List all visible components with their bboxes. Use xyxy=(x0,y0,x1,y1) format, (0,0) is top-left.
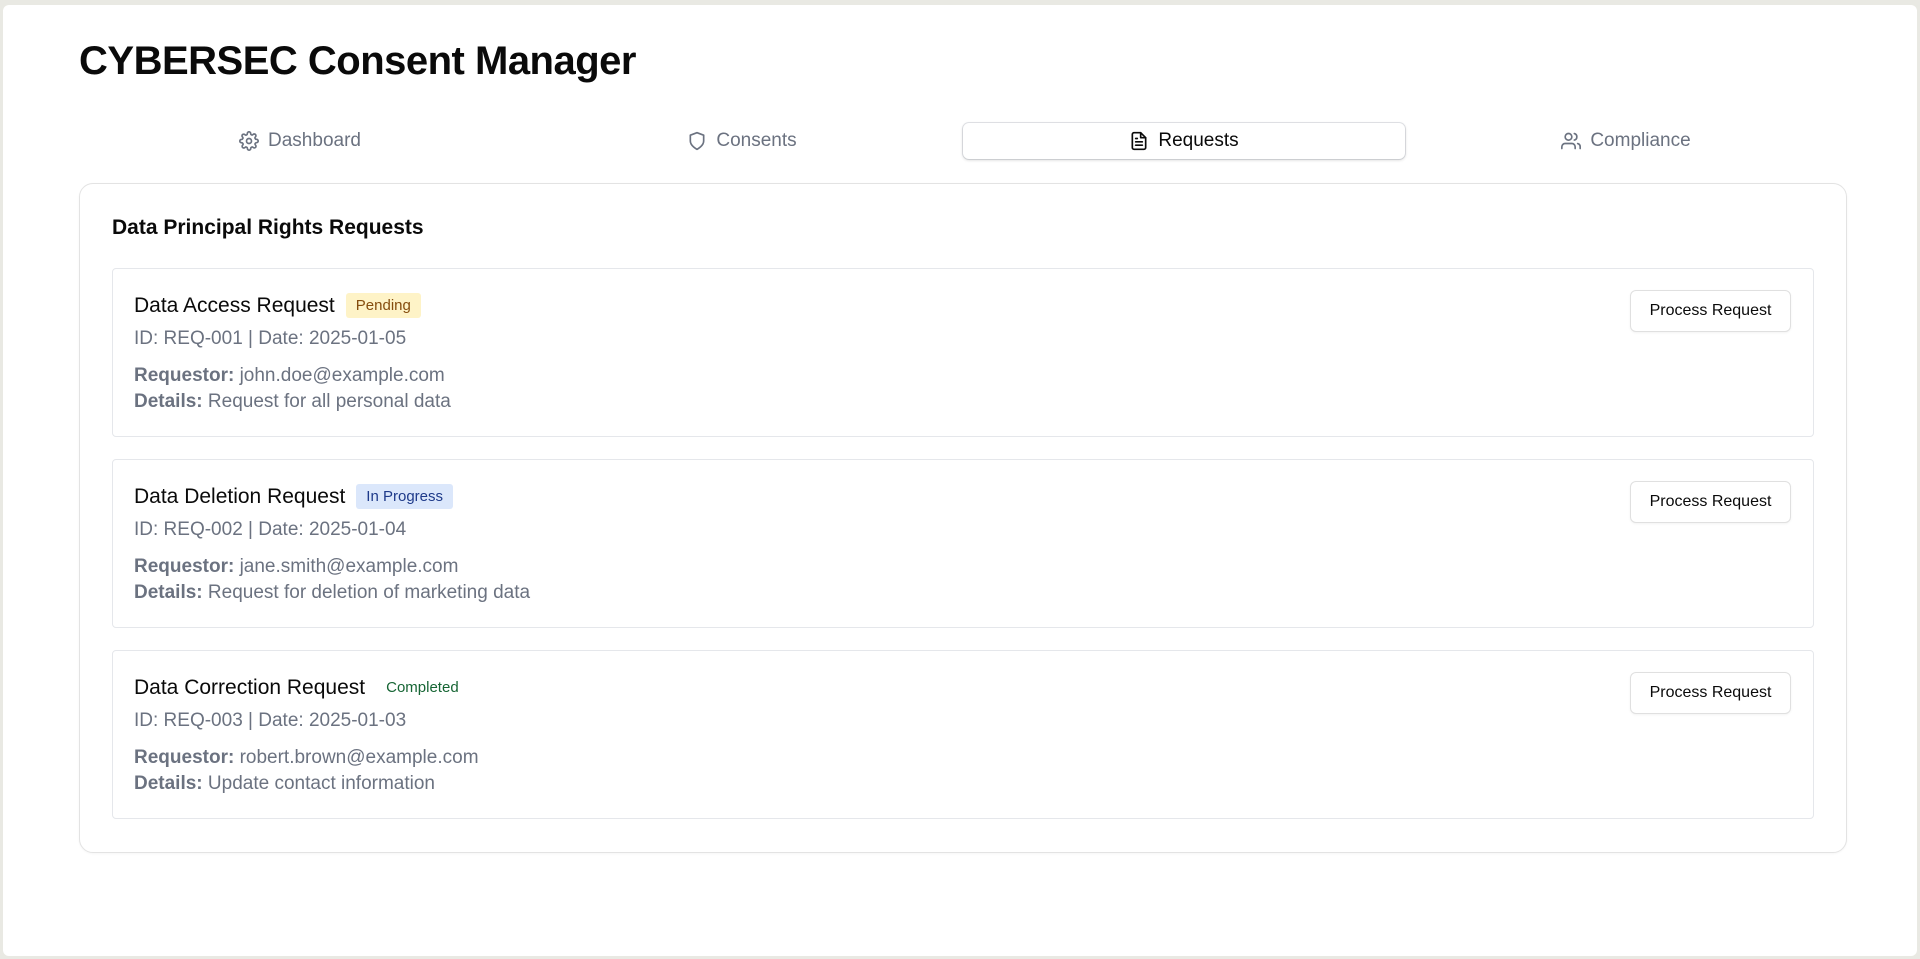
tab-consents[interactable]: Consents xyxy=(521,123,963,159)
request-header: Data Deletion Request In Progress xyxy=(134,484,453,509)
request-card: Data Access Request Pending ID: REQ-001 … xyxy=(112,268,1814,437)
panel-title: Data Principal Rights Requests xyxy=(112,216,424,239)
request-title: Data Deletion Request xyxy=(134,484,346,508)
process-request-button[interactable]: Process Request xyxy=(1630,290,1791,332)
tab-compliance[interactable]: Compliance xyxy=(1405,123,1847,159)
request-header: Data Correction Request Completed xyxy=(134,675,469,700)
tab-label: Requests xyxy=(1158,130,1239,151)
status-badge: Pending xyxy=(345,293,421,318)
users-icon xyxy=(1561,132,1582,150)
request-card: Data Deletion Request In Progress ID: RE… xyxy=(112,459,1814,628)
request-requestor: Requestor: john.doe@example.com xyxy=(134,365,445,387)
app-window: CYBERSEC Consent Manager Dashboard Conse… xyxy=(3,5,1917,956)
details-value: Request for deletion of marketing data xyxy=(207,582,531,603)
requestor-label: Requestor: xyxy=(134,365,235,386)
tab-dashboard[interactable]: Dashboard xyxy=(79,123,521,159)
request-meta: ID: REQ-003 | Date: 2025-01-03 xyxy=(134,710,407,731)
status-badge: In Progress xyxy=(356,484,453,509)
tab-label: Dashboard xyxy=(268,130,361,151)
request-details: Details: Request for deletion of marketi… xyxy=(134,582,530,604)
details-label: Details: xyxy=(134,582,203,603)
request-card: Data Correction Request Completed ID: RE… xyxy=(112,650,1814,819)
tab-label: Consents xyxy=(716,130,797,151)
gear-icon xyxy=(239,131,259,151)
request-details: Details: Request for all personal data xyxy=(134,391,451,413)
tab-bar: Dashboard Consents Requests Compliance xyxy=(79,119,1847,163)
request-meta: ID: REQ-002 | Date: 2025-01-04 xyxy=(134,519,407,540)
status-badge: Completed xyxy=(376,675,469,700)
details-label: Details: xyxy=(134,773,203,794)
requestor-label: Requestor: xyxy=(134,556,235,577)
process-request-button[interactable]: Process Request xyxy=(1630,481,1791,523)
requestor-value: robert.brown@example.com xyxy=(239,747,479,768)
request-requestor: Requestor: jane.smith@example.com xyxy=(134,556,458,578)
requestor-label: Requestor: xyxy=(134,747,235,768)
request-title: Data Access Request xyxy=(134,293,335,317)
request-requestor: Requestor: robert.brown@example.com xyxy=(134,747,479,769)
request-details: Details: Update contact information xyxy=(134,773,435,795)
request-title: Data Correction Request xyxy=(134,675,366,699)
requestor-value: john.doe@example.com xyxy=(239,365,445,386)
process-request-button[interactable]: Process Request xyxy=(1630,672,1791,714)
details-value: Update contact information xyxy=(207,773,435,794)
request-header: Data Access Request Pending xyxy=(134,293,421,318)
tab-label: Compliance xyxy=(1590,130,1691,151)
tab-requests[interactable]: Requests xyxy=(963,123,1405,159)
page-title: CYBERSEC Consent Manager xyxy=(79,39,636,83)
details-label: Details: xyxy=(134,391,203,412)
requests-panel: Data Principal Rights Requests Data Acce… xyxy=(79,183,1847,853)
shield-icon xyxy=(689,131,705,151)
details-value: Request for all personal data xyxy=(207,391,451,412)
document-icon xyxy=(1131,131,1147,151)
requestor-value: jane.smith@example.com xyxy=(239,556,459,577)
request-meta: ID: REQ-001 | Date: 2025-01-05 xyxy=(134,328,407,349)
request-list: Data Access Request Pending ID: REQ-001 … xyxy=(112,268,1814,841)
